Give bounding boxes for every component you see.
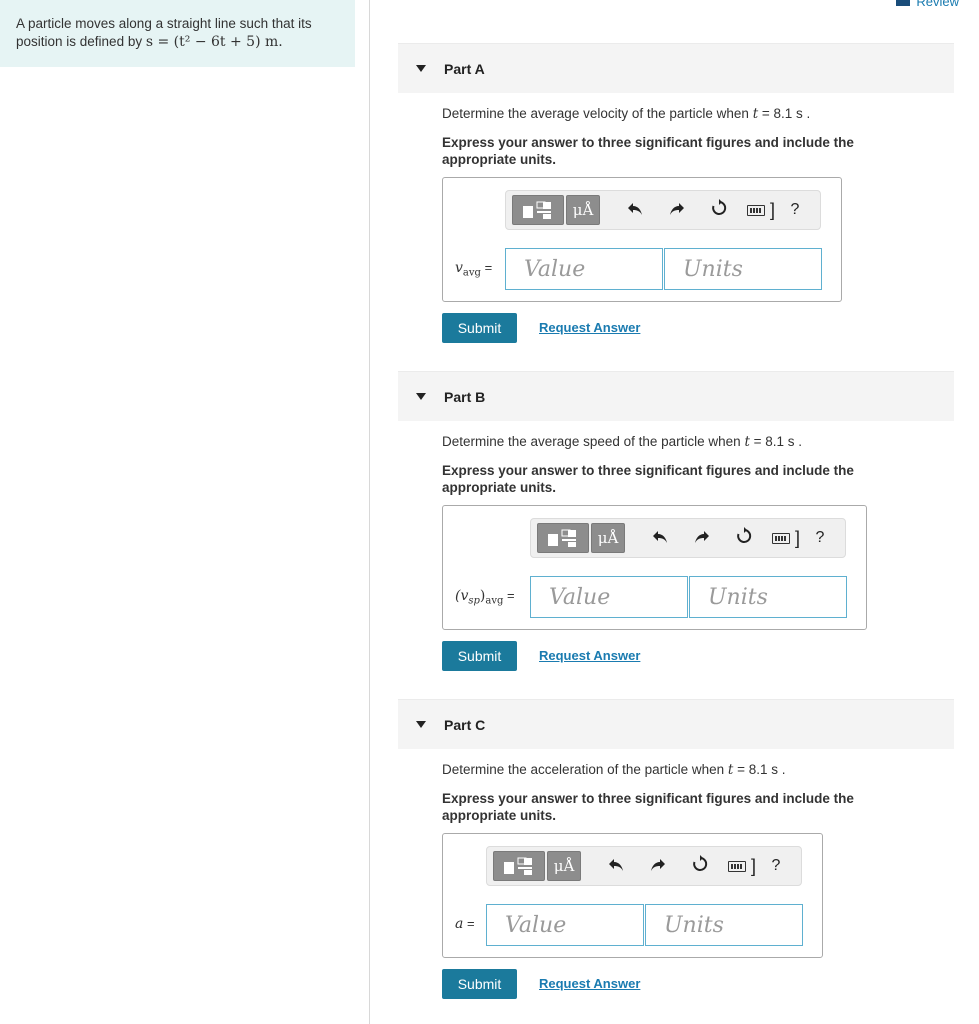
question-variable: t [752, 106, 759, 122]
question-text: Determine the average speed of the parti… [442, 434, 741, 449]
question-value: = 8.1 s . [753, 434, 803, 449]
collapse-caret-icon[interactable] [416, 65, 426, 72]
templates-button[interactable] [537, 523, 589, 553]
part-a-instructions: Express your answer to three significant… [442, 135, 854, 167]
help-icon[interactable]: ? [759, 857, 793, 875]
review-link[interactable]: Review [896, 0, 959, 9]
part-b-question: Determine the average speed of the parti… [442, 434, 802, 450]
value-input[interactable]: Value [505, 248, 663, 290]
units-input[interactable]: Units [645, 904, 803, 946]
part-c-variable-label: a = [455, 916, 475, 932]
units-input[interactable]: Units [664, 248, 822, 290]
problem-line-2-prefix: position is defined by [16, 34, 143, 49]
part-a-request-answer-link[interactable]: Request Answer [539, 320, 640, 335]
part-b-variable-label: (vsp)avg = [455, 588, 515, 607]
part-c-title: Part C [444, 716, 486, 733]
templates-button[interactable] [512, 195, 564, 225]
part-b: Part B Determine the average speed of th… [398, 371, 954, 691]
collapse-caret-icon[interactable] [416, 393, 426, 400]
undo-icon[interactable] [599, 856, 633, 877]
redo-icon[interactable] [685, 528, 719, 549]
undo-icon[interactable] [643, 528, 677, 549]
keyboard-icon[interactable]: ] [744, 200, 778, 221]
units-button[interactable]: μÅ [591, 523, 625, 553]
equals-sign: = [484, 260, 493, 275]
help-icon[interactable]: ? [778, 201, 812, 219]
review-label: Review [916, 0, 959, 9]
help-icon[interactable]: ? [803, 529, 837, 547]
var-symbol: v [455, 260, 463, 276]
reset-icon[interactable] [683, 854, 717, 878]
value-input[interactable]: Value [486, 904, 644, 946]
redo-icon[interactable] [641, 856, 675, 877]
keyboard-icon[interactable]: ] [769, 528, 803, 549]
problem-line-1: A particle moves along a straight line s… [16, 16, 312, 31]
var-subscript: avg [462, 267, 481, 279]
problem-statement: A particle moves along a straight line s… [0, 0, 355, 67]
templates-icon [523, 201, 551, 219]
question-variable: t [744, 434, 750, 450]
question-text: Determine the acceleration of the partic… [442, 762, 725, 777]
part-a-answer-box: μÅ ] ? vavg = Value Units [442, 177, 842, 302]
part-c-question: Determine the acceleration of the partic… [442, 762, 786, 778]
part-c-answer-box: μÅ ] ? a = Value Units [442, 833, 823, 958]
part-c-instructions: Express your answer to three significant… [442, 791, 854, 823]
collapse-caret-icon[interactable] [416, 721, 426, 728]
part-a-title: Part A [444, 60, 485, 77]
var-symbol: a [455, 916, 464, 932]
part-b-title: Part B [444, 388, 486, 405]
keyboard-icon[interactable]: ] [725, 856, 759, 877]
math-toolbar: μÅ ] ? [505, 190, 821, 230]
part-b-instructions: Express your answer to three significant… [442, 463, 854, 495]
book-icon [896, 0, 911, 6]
undo-icon[interactable] [618, 200, 652, 221]
question-variable: t [727, 762, 734, 778]
part-a-header[interactable]: Part A [398, 43, 954, 93]
part-a-variable-label: vavg = [455, 260, 492, 279]
part-a-submit-button[interactable]: Submit [442, 313, 517, 343]
question-value: = 8.1 s . [761, 106, 811, 121]
part-a-question: Determine the average velocity of the pa… [442, 106, 810, 122]
var-symbol: (v [455, 588, 469, 604]
question-value: = 8.1 s . [737, 762, 786, 777]
templates-icon [504, 857, 532, 875]
units-button[interactable]: μÅ [566, 195, 600, 225]
part-b-answer-box: μÅ ] ? (vsp)avg = Value Units [442, 505, 867, 630]
part-a: Part A Determine the average velocity of… [398, 43, 954, 363]
equals-sign: = [466, 916, 475, 931]
value-input[interactable]: Value [530, 576, 688, 618]
pane-divider [369, 0, 370, 1024]
part-b-submit-button[interactable]: Submit [442, 641, 517, 671]
math-toolbar: μÅ ] ? [530, 518, 846, 558]
position-equation: s = (t² − 6t + 5) m. [145, 34, 283, 50]
part-c: Part C Determine the acceleration of the… [398, 699, 954, 1019]
redo-icon[interactable] [660, 200, 694, 221]
part-b-request-answer-link[interactable]: Request Answer [539, 648, 640, 663]
units-input[interactable]: Units [689, 576, 847, 618]
var-subscript: avg [485, 595, 504, 607]
reset-icon[interactable] [727, 526, 761, 550]
templates-button[interactable] [493, 851, 545, 881]
reset-icon[interactable] [702, 198, 736, 222]
part-c-submit-button[interactable]: Submit [442, 969, 517, 999]
question-text: Determine the average velocity of the pa… [442, 106, 749, 121]
part-c-header[interactable]: Part C [398, 699, 954, 749]
var-inner-subscript: sp [468, 595, 480, 607]
units-button[interactable]: μÅ [547, 851, 581, 881]
part-b-header[interactable]: Part B [398, 371, 954, 421]
math-toolbar: μÅ ] ? [486, 846, 802, 886]
part-c-request-answer-link[interactable]: Request Answer [539, 976, 640, 991]
equals-sign: = [507, 588, 515, 603]
templates-icon [548, 529, 576, 547]
problem-line-2: position is defined by s = (t² − 6t + 5)… [16, 33, 339, 51]
